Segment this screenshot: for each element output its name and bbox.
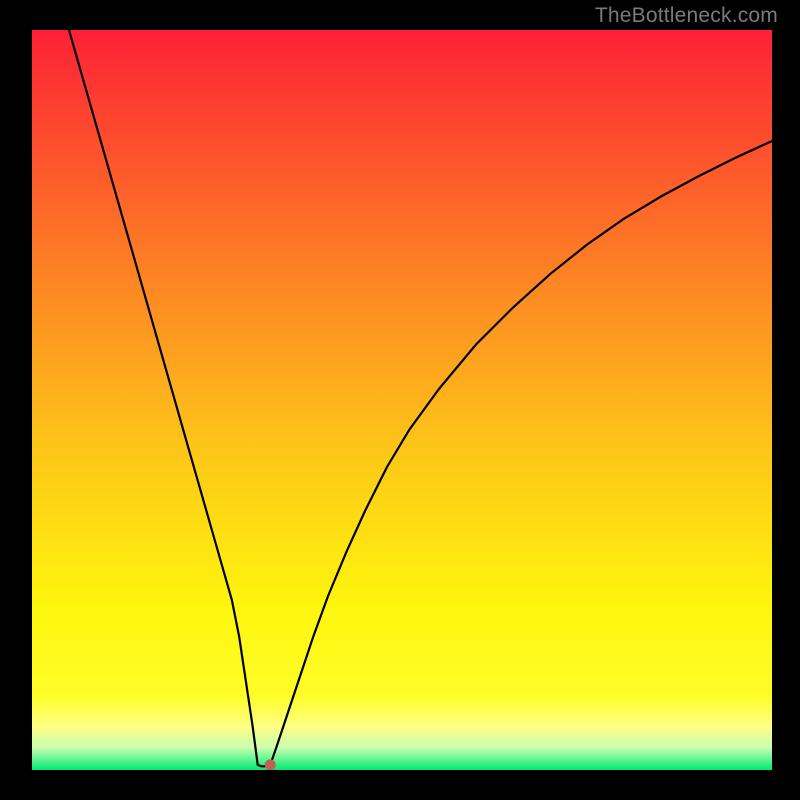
minimum-marker xyxy=(265,759,276,770)
gradient-background xyxy=(32,30,772,770)
chart-canvas xyxy=(32,30,772,770)
plot-area xyxy=(32,30,772,770)
chart-frame: TheBottleneck.com xyxy=(0,0,800,800)
watermark-text: TheBottleneck.com xyxy=(595,4,778,28)
